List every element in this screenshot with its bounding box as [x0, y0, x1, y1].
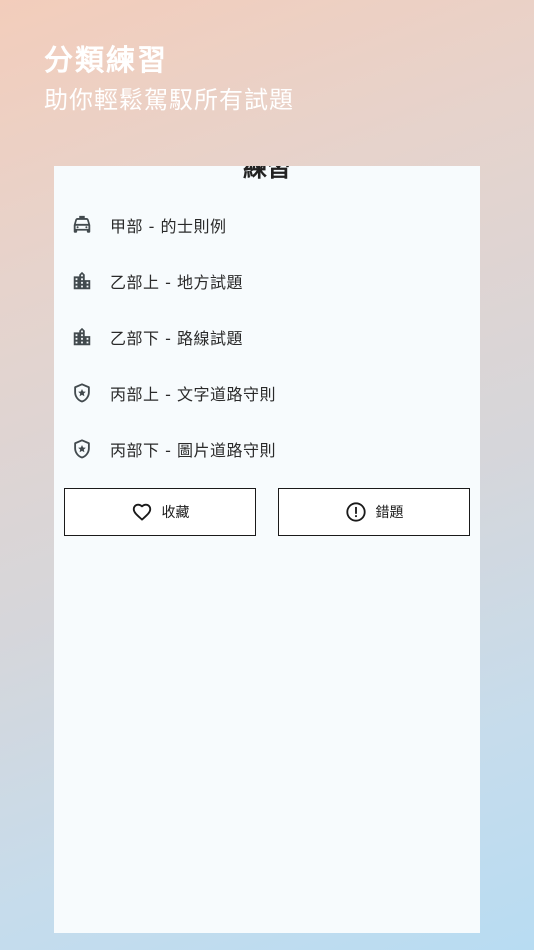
app-screen: 練習 甲部 - 的士則例 乙部上 - 地方試題 乙部下 - 路線試題 丙部上 -… [54, 166, 480, 933]
taxi-icon [70, 213, 94, 237]
page-title: 練習 [243, 166, 291, 182]
heart-icon [131, 501, 153, 523]
promo-title: 分類練習 [44, 43, 169, 77]
city-icon [70, 325, 94, 349]
promo-header: 分類練習 助你輕鬆駕馭所有試題 [44, 40, 294, 118]
practice-category-list: 甲部 - 的士則例 乙部上 - 地方試題 乙部下 - 路線試題 丙部上 - 文字… [54, 197, 480, 477]
menu-item-part-c-upper[interactable]: 丙部上 - 文字道路守則 [54, 365, 480, 421]
menu-item-part-c-lower[interactable]: 丙部下 - 圖片道路守則 [54, 421, 480, 477]
shield-star-icon [70, 381, 94, 405]
action-buttons: 收藏 錯題 [64, 488, 470, 536]
mistakes-label: 錯題 [375, 505, 404, 521]
promo-subtitle: 助你輕鬆駕馭所有試題 [44, 86, 294, 114]
menu-item-label: 乙部下 - 路線試題 [110, 329, 243, 348]
menu-item-label: 乙部上 - 地方試題 [110, 273, 243, 292]
menu-item-part-b-upper[interactable]: 乙部上 - 地方試題 [54, 253, 480, 309]
shield-star-icon [70, 437, 94, 461]
exclamation-circle-icon [345, 501, 367, 523]
menu-item-part-a[interactable]: 甲部 - 的士則例 [54, 197, 480, 253]
menu-item-label: 丙部下 - 圖片道路守則 [110, 441, 276, 460]
menu-item-part-b-lower[interactable]: 乙部下 - 路線試題 [54, 309, 480, 365]
menu-item-label: 丙部上 - 文字道路守則 [110, 385, 276, 404]
favorites-label: 收藏 [161, 505, 190, 521]
city-icon [70, 269, 94, 293]
menu-item-label: 甲部 - 的士則例 [110, 217, 227, 236]
favorites-button[interactable]: 收藏 [64, 488, 256, 536]
mistakes-button[interactable]: 錯題 [278, 488, 470, 536]
